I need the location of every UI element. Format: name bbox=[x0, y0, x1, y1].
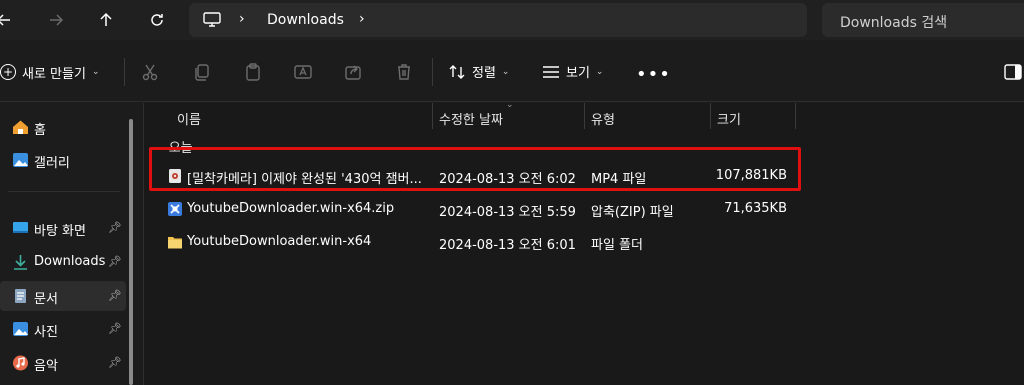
more-options-button[interactable]: ••• bbox=[636, 64, 671, 85]
zip-file-icon bbox=[168, 202, 182, 216]
copy-icon bbox=[195, 64, 209, 81]
pin-icon: 📌︎ bbox=[108, 356, 122, 369]
forward-button[interactable] bbox=[42, 6, 70, 34]
file-modified: 2024-08-13 오전 5:59 bbox=[439, 205, 576, 220]
red-highlight-box bbox=[149, 147, 801, 191]
search-placeholder: Downloads 검색 bbox=[840, 15, 948, 31]
file-type: 파일 폴더 bbox=[591, 238, 643, 253]
up-button[interactable] bbox=[92, 6, 120, 34]
sidebar-item-documents[interactable]: 문서 📌︎ bbox=[0, 281, 126, 311]
sort-button[interactable]: 정렬 ⌄ bbox=[448, 62, 509, 81]
refresh-button[interactable] bbox=[143, 6, 171, 34]
address-toolbar: › Downloads › Downloads 검색 bbox=[0, 0, 1024, 40]
address-bar[interactable]: › Downloads › bbox=[189, 3, 807, 37]
chevron-down-icon: ⌄ bbox=[501, 66, 510, 77]
column-header-type[interactable]: 유형 bbox=[591, 109, 615, 128]
breadcrumb-downloads[interactable]: Downloads bbox=[267, 12, 344, 28]
file-name: YoutubeDownloader.win-x64 bbox=[187, 234, 372, 249]
rename-button[interactable] bbox=[293, 62, 313, 82]
command-bar: + 새로 만들기 ⌄ 정렬 ⌄ 보기 ⌄ ••• bbox=[0, 40, 1024, 102]
pin-icon: 📌︎ bbox=[108, 322, 122, 335]
rename-icon bbox=[294, 65, 312, 79]
navigation-pane: 홈 갤러리 바탕 화면 📌︎ Downloads 📌︎ 문서 📌︎ 사진 📌︎ … bbox=[0, 103, 143, 385]
file-row[interactable]: YoutubeDownloader.win-x64 2024-08-13 오전 … bbox=[160, 227, 800, 257]
computer-icon bbox=[203, 12, 221, 27]
back-button[interactable] bbox=[0, 6, 18, 34]
sort-label: 정렬 bbox=[472, 66, 496, 81]
file-name: YoutubeDownloader.win-x64.zip bbox=[187, 201, 395, 216]
back-arrow-icon bbox=[0, 14, 10, 26]
pin-icon: 📌︎ bbox=[108, 289, 122, 302]
file-row[interactable]: YoutubeDownloader.win-x64.zip 2024-08-13… bbox=[160, 194, 800, 224]
sidebar-item-music[interactable]: 음악 📌︎ bbox=[0, 348, 126, 378]
desktop-icon bbox=[13, 222, 28, 233]
sidebar-item-label: 사진 bbox=[34, 325, 58, 340]
column-divider[interactable] bbox=[795, 103, 796, 129]
file-modified: 2024-08-13 오전 6:01 bbox=[439, 238, 576, 253]
column-header-modified[interactable]: 수정한 날짜 bbox=[439, 109, 503, 128]
cut-button[interactable] bbox=[140, 62, 160, 82]
music-icon bbox=[13, 355, 28, 371]
sidebar-divider bbox=[8, 191, 120, 192]
gallery-icon bbox=[13, 153, 28, 167]
file-list-pane: 이름 ⌄ 수정한 날짜 유형 크기 ⌄ 오늘 [밀착카메라] 이제야 완성된 '… bbox=[143, 100, 1024, 385]
copy-button[interactable] bbox=[192, 62, 212, 82]
sidebar-item-desktop[interactable]: 바탕 화면 📌︎ bbox=[0, 213, 126, 243]
chevron-right-icon[interactable]: › bbox=[239, 11, 245, 27]
sidebar-item-downloads[interactable]: Downloads 📌︎ bbox=[0, 247, 126, 277]
delete-button[interactable] bbox=[394, 62, 414, 82]
sidebar-item-label: 갤러리 bbox=[34, 156, 70, 171]
column-divider[interactable] bbox=[432, 103, 433, 129]
details-pane-icon[interactable] bbox=[1004, 64, 1022, 80]
folder-icon bbox=[168, 237, 182, 249]
refresh-icon bbox=[151, 14, 163, 26]
sidebar-item-label: 바탕 화면 bbox=[34, 224, 86, 239]
sidebar-item-home[interactable]: 홈 bbox=[0, 112, 126, 142]
sidebar-scrollbar[interactable] bbox=[129, 119, 133, 385]
sidebar-item-pictures[interactable]: 사진 📌︎ bbox=[0, 314, 126, 344]
chevron-down-icon: ⌄ bbox=[91, 67, 100, 77]
trash-icon bbox=[398, 64, 410, 80]
file-type: 압축(ZIP) 파일 bbox=[591, 205, 674, 220]
chevron-right-icon[interactable]: › bbox=[359, 11, 365, 27]
sidebar-item-label: 홈 bbox=[34, 123, 46, 138]
column-header-row: 이름 ⌄ 수정한 날짜 유형 크기 bbox=[144, 100, 1024, 129]
file-size: 71,635KB bbox=[724, 201, 787, 216]
toolbar-divider bbox=[432, 58, 433, 86]
view-button[interactable]: 보기 ⌄ bbox=[542, 62, 603, 81]
pictures-icon bbox=[13, 322, 28, 336]
new-button[interactable]: + 새로 만들기 ⌄ bbox=[0, 62, 99, 82]
sort-icon bbox=[449, 64, 465, 79]
search-input[interactable]: Downloads 검색 bbox=[822, 3, 1024, 37]
list-view-icon bbox=[543, 65, 559, 78]
toolbar-divider bbox=[124, 58, 125, 86]
pin-icon: 📌︎ bbox=[108, 221, 122, 234]
share-icon bbox=[345, 65, 361, 80]
sidebar-item-gallery[interactable]: 갤러리 bbox=[0, 145, 126, 175]
sort-ascending-icon: ⌄ bbox=[506, 100, 514, 110]
up-arrow-icon bbox=[100, 12, 112, 26]
column-header-size[interactable]: 크기 bbox=[717, 109, 741, 128]
scissors-icon bbox=[142, 64, 158, 81]
view-label: 보기 bbox=[566, 66, 590, 81]
chevron-down-icon: ⌄ bbox=[595, 66, 604, 77]
new-button-label: 새로 만들기 bbox=[22, 66, 86, 82]
sidebar-item-label: 문서 bbox=[34, 292, 58, 307]
column-header-name[interactable]: 이름 bbox=[177, 109, 201, 128]
forward-arrow-icon bbox=[50, 14, 64, 26]
pin-icon: 📌︎ bbox=[108, 255, 122, 268]
plus-circle-icon: + bbox=[0, 64, 16, 80]
document-icon bbox=[15, 289, 26, 303]
column-divider[interactable] bbox=[710, 103, 711, 129]
sidebar-item-label: Downloads bbox=[34, 254, 106, 269]
home-icon bbox=[13, 120, 28, 134]
share-button[interactable] bbox=[343, 62, 363, 82]
clipboard-icon bbox=[246, 63, 260, 81]
sidebar-item-label: 음악 bbox=[34, 359, 58, 374]
paste-button[interactable] bbox=[243, 62, 263, 82]
download-icon bbox=[14, 255, 27, 270]
column-divider[interactable] bbox=[584, 103, 585, 129]
